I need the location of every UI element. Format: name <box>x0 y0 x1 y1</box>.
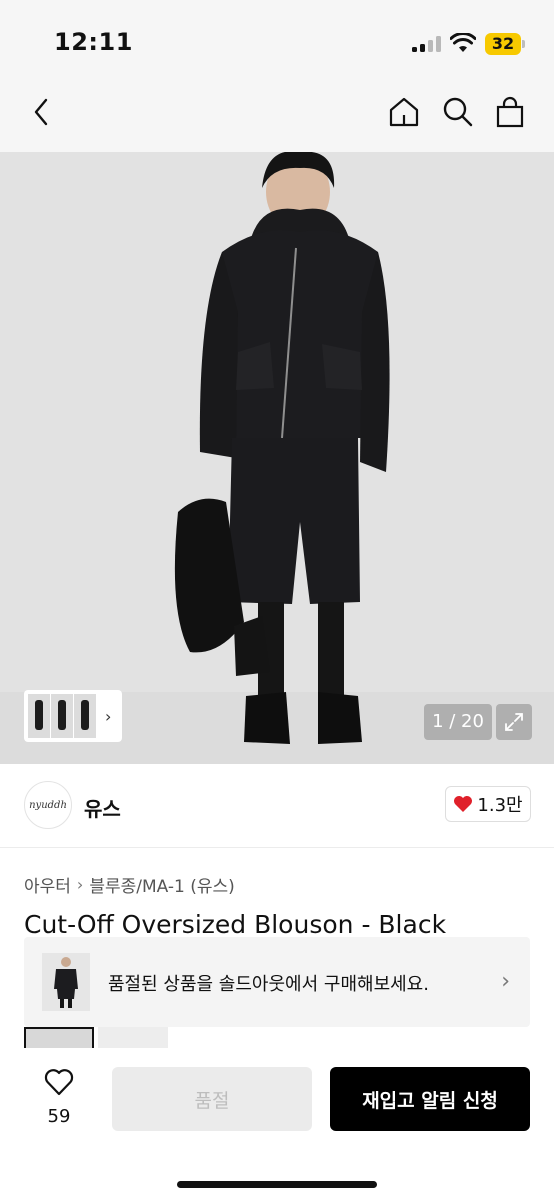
soldout-banner-text: 품절된 상품을 솔드아웃에서 구매해보세요. <box>108 974 429 995</box>
product-title: Cut-Off Oversized Blouson - Black <box>24 910 447 939</box>
brand-name[interactable]: 유스 <box>84 793 121 822</box>
status-time: 12:11 <box>54 28 133 56</box>
home-button[interactable] <box>386 94 422 130</box>
expand-button[interactable] <box>496 704 532 740</box>
bottom-action-bar: 59 품절 재입고 알림 신청 <box>0 1048 554 1200</box>
breadcrumb: 아우터 › 블루종/MA-1 (유스) <box>24 872 235 897</box>
wifi-icon <box>449 32 477 53</box>
gallery-thumbnail[interactable] <box>74 694 96 738</box>
expand-icon <box>505 713 523 731</box>
heart-outline-icon <box>44 1069 74 1096</box>
search-icon <box>443 97 473 127</box>
brand-like-count: 1.3만 <box>477 795 523 816</box>
wishlist-count: 59 <box>47 1106 71 1127</box>
restock-alert-button[interactable]: 재입고 알림 신청 <box>330 1067 530 1131</box>
brand-row: nyuddh 유스 1.3만 <box>0 764 554 848</box>
gallery-thumbnail[interactable] <box>28 694 50 738</box>
gallery-thumbnail-strip[interactable]: › <box>24 690 122 742</box>
soldout-product-thumbnail <box>42 953 90 1011</box>
wishlist-button[interactable]: 59 <box>30 1068 88 1127</box>
back-button[interactable] <box>24 94 60 130</box>
home-indicator <box>177 1181 377 1188</box>
heart-icon <box>454 796 473 812</box>
product-photo <box>0 152 554 764</box>
brand-logo-text: nyuddh <box>29 799 67 811</box>
soldout-button: 품절 <box>112 1067 312 1131</box>
battery-level: 32 <box>485 33 521 55</box>
soldout-banner[interactable]: 품절된 상품을 솔드아웃에서 구매해보세요. › <box>24 937 530 1027</box>
status-bar: 12:11 32 <box>0 0 554 82</box>
cart-button[interactable] <box>492 94 528 130</box>
shopping-bag-icon <box>496 96 524 128</box>
battery-icon: 32 <box>485 33 525 55</box>
top-nav <box>0 82 554 152</box>
breadcrumb-item[interactable]: 아우터 <box>24 872 71 897</box>
image-counter: 1 / 20 <box>424 704 492 740</box>
back-icon <box>34 98 48 126</box>
brand-logo[interactable]: nyuddh <box>24 781 72 829</box>
chevron-right-icon: › <box>501 969 510 994</box>
gallery-thumbnail[interactable] <box>51 694 73 738</box>
home-icon <box>389 97 419 127</box>
product-image-gallery[interactable]: › 1 / 20 <box>0 152 554 764</box>
brand-like-button[interactable]: 1.3만 <box>445 786 531 822</box>
cellular-signal-icon <box>412 36 442 52</box>
search-button[interactable] <box>440 94 476 130</box>
breadcrumb-item[interactable]: 블루종/MA-1 (유스) <box>89 872 234 897</box>
chevron-right-icon: › <box>105 706 112 726</box>
chevron-right-icon: › <box>76 875 84 894</box>
